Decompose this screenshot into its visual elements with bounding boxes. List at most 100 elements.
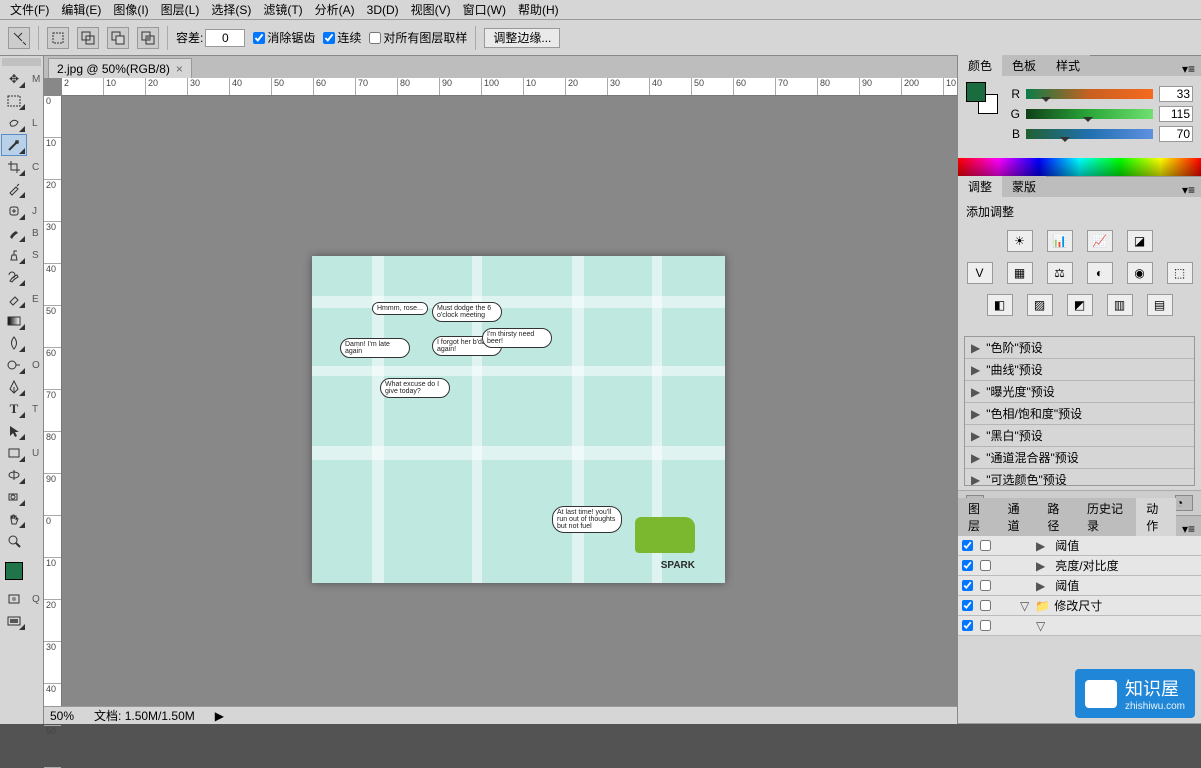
toggle-checkbox[interactable] [976,620,994,631]
bw-icon[interactable]: ◐ [1087,262,1113,284]
menu-view[interactable]: 视图(V) [405,1,457,18]
add-selection-icon[interactable] [77,27,99,49]
document-tab[interactable]: 2.jpg @ 50%(RGB/8) × [48,58,192,78]
color-spectrum[interactable] [958,158,1201,176]
ruler-vertical[interactable]: 010203040506070809001020304050 [44,96,62,724]
action-row[interactable]: ▶亮度/对比度 [958,556,1201,576]
tool-preset-picker[interactable] [8,27,30,49]
tab-history[interactable]: 历史记录 [1077,498,1136,536]
brush-tool[interactable]: B [2,223,26,243]
preset-row[interactable]: ▶"黑白"预设 [965,425,1194,447]
tab-masks[interactable]: 蒙版 [1002,176,1046,197]
eraser-tool[interactable]: E [2,289,26,309]
toggle-checkbox[interactable] [976,600,994,611]
screenmode-toggle[interactable] [2,611,26,631]
crop-tool[interactable]: C [2,157,26,177]
selective-color-icon[interactable]: ▤ [1147,294,1173,316]
b-input[interactable] [1159,126,1193,142]
hue-sat-icon[interactable]: ▦ [1007,262,1033,284]
move-tool[interactable]: ✥M [2,69,26,89]
b-slider[interactable] [1026,129,1153,139]
menu-edit[interactable]: 编辑(E) [55,1,107,18]
preset-row[interactable]: ▶"曝光度"预设 [965,381,1194,403]
antialias-checkbox[interactable]: 消除锯齿 [253,29,315,46]
disclosure-icon[interactable]: ▽ [1000,599,1029,613]
toggle-checkbox[interactable] [958,540,976,551]
type-tool[interactable]: TT [2,399,26,419]
tab-channels[interactable]: 通道 [998,498,1038,536]
menu-analysis[interactable]: 分析(A) [309,1,361,18]
toolbox-handle[interactable] [2,58,41,66]
toggle-checkbox[interactable] [976,580,994,591]
menu-image[interactable]: 图像(I) [107,1,154,18]
fg-bg-swatches[interactable] [966,82,998,114]
tab-layers[interactable]: 图层 [958,498,998,536]
dodge-tool[interactable]: O [2,355,26,375]
action-row[interactable]: ▶阈值 [958,576,1201,596]
preset-row[interactable]: ▶"可选颜色"预设 [965,469,1194,486]
disclosure-icon[interactable]: ▽ [1000,619,1045,633]
toggle-checkbox[interactable] [958,560,976,571]
vibrance-icon[interactable]: V [967,262,993,284]
magic-wand-tool[interactable] [2,135,26,155]
brightness-icon[interactable]: ☀ [1007,230,1033,252]
3d-camera-tool[interactable] [2,487,26,507]
lasso-tool[interactable]: L [2,113,26,133]
toggle-checkbox[interactable] [958,580,976,591]
contiguous-checkbox[interactable]: 连续 [323,29,361,46]
menu-help[interactable]: 帮助(H) [512,1,565,18]
r-input[interactable] [1159,86,1193,102]
preset-row[interactable]: ▶"色阶"预设 [965,337,1194,359]
action-row[interactable]: ▽📁修改尺寸 [958,596,1201,616]
photo-filter-icon[interactable]: ◉ [1127,262,1153,284]
gradient-tool[interactable] [2,311,26,331]
new-selection-icon[interactable] [47,27,69,49]
blur-tool[interactable] [2,333,26,353]
refine-edge-button[interactable]: 调整边缘... [484,28,560,48]
marquee-tool[interactable] [2,91,26,111]
pen-tool[interactable] [2,377,26,397]
clone-stamp-tool[interactable]: S [2,245,26,265]
tab-actions[interactable]: 动作 [1136,498,1176,536]
foreground-swatch[interactable] [5,562,23,580]
ruler-horizontal[interactable]: 2102030405060708090100102030405060708090… [62,78,957,96]
g-slider[interactable] [1026,109,1153,119]
toggle-checkbox[interactable] [958,620,976,631]
menu-select[interactable]: 选择(S) [205,1,257,18]
subtract-selection-icon[interactable] [107,27,129,49]
preset-row[interactable]: ▶"曲线"预设 [965,359,1194,381]
intersect-selection-icon[interactable] [137,27,159,49]
hand-tool[interactable] [2,509,26,529]
tab-adjustments[interactable]: 调整 [958,176,1002,197]
panel-menu-icon[interactable]: ▾≡ [1176,183,1201,197]
menu-file[interactable]: 文件(F) [4,1,55,18]
r-slider[interactable] [1026,89,1153,99]
path-select-tool[interactable] [2,421,26,441]
posterize-icon[interactable]: ▨ [1027,294,1053,316]
tab-swatches[interactable]: 色板 [1002,55,1046,76]
toggle-checkbox[interactable] [976,560,994,571]
close-tab-icon[interactable]: × [176,62,183,76]
toggle-checkbox[interactable] [958,600,976,611]
menu-filter[interactable]: 滤镜(T) [257,1,308,18]
history-brush-tool[interactable] [2,267,26,287]
color-balance-icon[interactable]: ⚖ [1047,262,1073,284]
clip-icon[interactable]: ◔ [1175,495,1193,511]
tab-paths[interactable]: 路径 [1037,498,1077,536]
disclosure-icon[interactable]: ▶ [1000,579,1045,593]
panel-menu-icon[interactable]: ▾≡ [1176,522,1201,536]
curves-icon[interactable]: 📈 [1087,230,1113,252]
toggle-checkbox[interactable] [976,540,994,551]
g-input[interactable] [1159,106,1193,122]
invert-icon[interactable]: ◧ [987,294,1013,316]
sample-all-layers-checkbox[interactable]: 对所有图层取样 [369,29,467,46]
menu-window[interactable]: 窗口(W) [457,1,512,18]
disclosure-icon[interactable]: ▶ [1000,539,1045,553]
tab-styles[interactable]: 样式 [1046,55,1090,76]
gradient-map-icon[interactable]: ▥ [1107,294,1133,316]
exposure-icon[interactable]: ◪ [1127,230,1153,252]
preset-row[interactable]: ▶"色相/饱和度"预设 [965,403,1194,425]
preset-row[interactable]: ▶"通道混合器"预设 [965,447,1194,469]
3d-rotate-tool[interactable] [2,465,26,485]
foreground-color[interactable] [966,82,986,102]
